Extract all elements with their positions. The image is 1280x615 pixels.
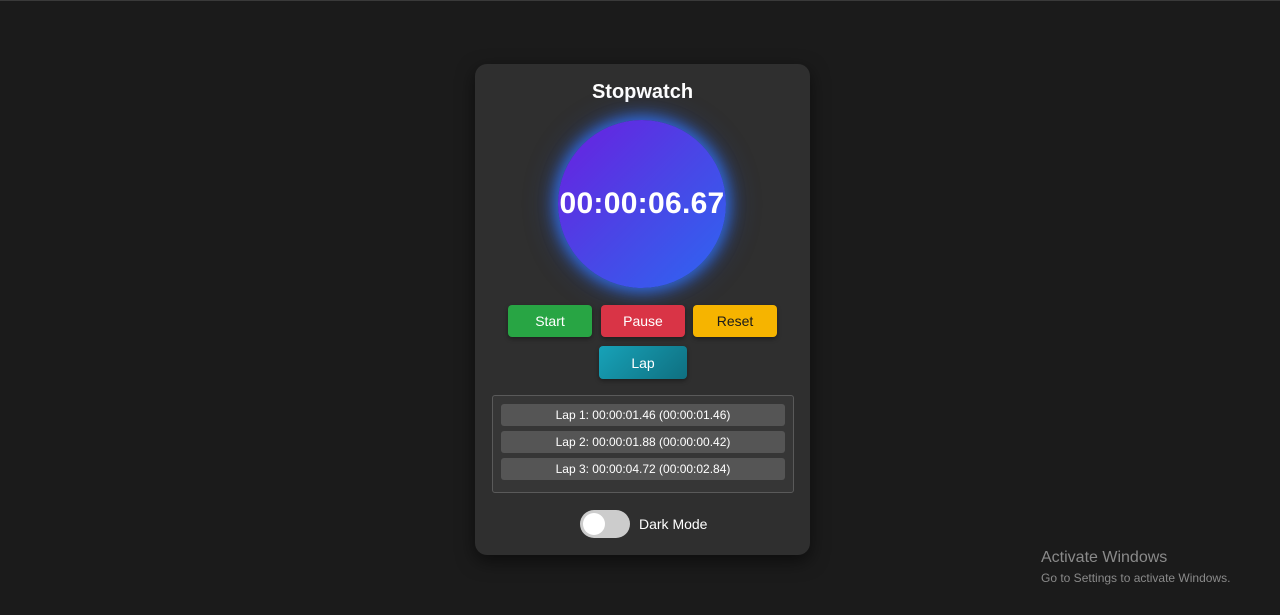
watermark-title: Activate Windows bbox=[1041, 549, 1168, 566]
dark-mode-label: Dark Mode bbox=[639, 516, 708, 532]
watermark-subtitle: Go to Settings to activate Windows. bbox=[1041, 571, 1231, 585]
timer-display: 00:00:06.67 bbox=[559, 187, 725, 220]
lap-item: Lap 2: 00:00:01.88 (00:00:00.42) bbox=[501, 431, 785, 453]
window-top-border bbox=[0, 0, 1280, 1]
lap-list[interactable]: Lap 1: 00:00:01.46 (00:00:01.46) Lap 2: … bbox=[492, 395, 794, 493]
reset-button[interactable]: Reset bbox=[693, 305, 777, 337]
activation-watermark: Activate Windows Go to Settings to activ… bbox=[1041, 548, 1230, 587]
page-title: Stopwatch bbox=[591, 81, 694, 103]
start-button[interactable]: Start bbox=[508, 305, 592, 337]
timer-circle: 00:00:06.67 bbox=[558, 120, 726, 288]
lap-button[interactable]: Lap bbox=[599, 346, 687, 379]
dark-mode-row: Dark Mode bbox=[580, 510, 707, 538]
lap-item: Lap 3: 00:00:04.72 (00:00:02.84) bbox=[501, 458, 785, 480]
lap-item: Lap 1: 00:00:01.46 (00:00:01.46) bbox=[501, 404, 785, 426]
toggle-knob bbox=[583, 513, 605, 535]
dark-mode-toggle[interactable] bbox=[580, 510, 630, 538]
pause-button[interactable]: Pause bbox=[601, 305, 685, 337]
stopwatch-card: Stopwatch 00:00:06.67 Start Pause Reset … bbox=[475, 64, 810, 555]
